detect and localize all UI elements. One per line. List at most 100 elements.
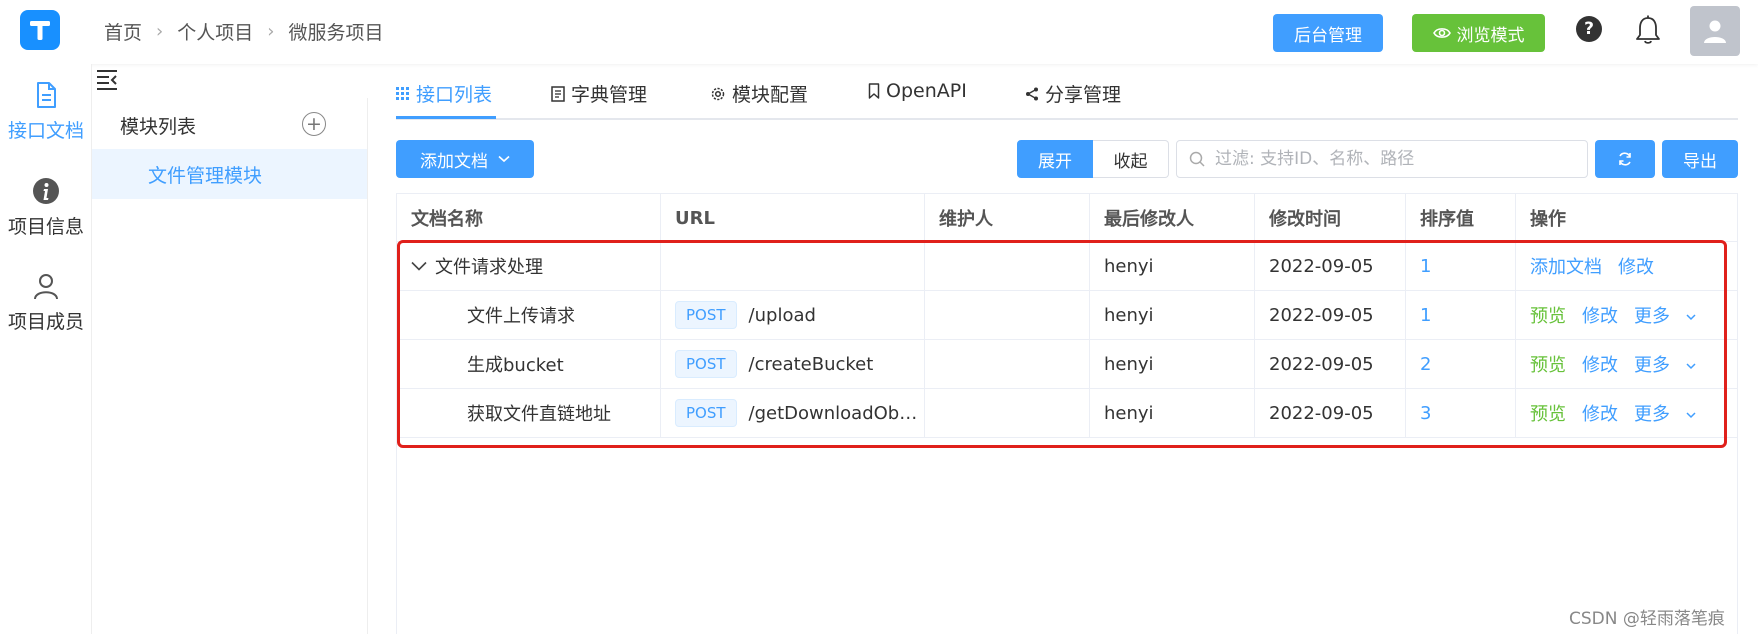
more-label: 更多	[1634, 355, 1670, 376]
share-icon	[1026, 87, 1038, 100]
column-header-doc-name[interactable]: 文档名称	[397, 194, 661, 242]
eye-icon	[1432, 28, 1451, 38]
modifier-cell: henyi	[1090, 242, 1255, 290]
table-row-group: 文件请求处理 henyi 2022-09-05 1 添加文档 修改	[397, 242, 1737, 291]
help-icon[interactable]: ?	[1576, 16, 1602, 42]
add-doc-button[interactable]: 添加文档	[396, 140, 534, 178]
add-doc-label: 添加文档	[420, 151, 488, 172]
maintainer-cell	[925, 389, 1090, 437]
group-name-cell[interactable]: 文件请求处理	[397, 242, 661, 290]
modifier-cell: henyi	[1090, 291, 1255, 339]
column-header-url[interactable]: URL	[661, 194, 925, 242]
browse-mode-button[interactable]: 浏览模式	[1412, 14, 1545, 52]
doc-name-cell[interactable]: 获取文件直链地址	[397, 389, 661, 437]
order-cell[interactable]: 2	[1406, 340, 1516, 388]
column-header-last-modifier[interactable]: 最后修改人	[1090, 194, 1255, 242]
time-cell: 2022-09-05	[1255, 242, 1406, 290]
tab-label: 字典管理	[571, 84, 648, 106]
method-badge: POST	[675, 301, 737, 329]
column-header-sort-value[interactable]: 排序值	[1406, 194, 1516, 242]
add-module-icon[interactable]: +	[302, 112, 326, 136]
chevron-down-icon	[1686, 363, 1696, 370]
maintainer-cell	[925, 340, 1090, 388]
nav-item-project-info[interactable]: 项目信息	[0, 176, 92, 239]
expand-button[interactable]: 展开	[1017, 140, 1093, 178]
app-logo[interactable]	[20, 10, 60, 50]
left-nav: 接口文档 项目信息 项目成员	[0, 64, 92, 634]
tab-api-list[interactable]: 接口列表	[396, 80, 492, 107]
chevron-right-icon: ›	[267, 21, 275, 42]
method-badge: POST	[675, 350, 737, 378]
nav-item-project-members[interactable]: 项目成员	[0, 271, 92, 334]
table-row[interactable]: 文件上传请求 POST /upload henyi 2022-09-05 1 预…	[397, 291, 1737, 340]
api-doc-table: 文档名称 URL 维护人 最后修改人 修改时间 排序值 操作 文件请求处理 he…	[396, 193, 1738, 634]
breadcrumb-home[interactable]: 首页	[104, 18, 142, 45]
order-cell[interactable]: 3	[1406, 389, 1516, 437]
tab-share-management[interactable]: 分享管理	[1025, 80, 1121, 107]
more-dropdown[interactable]: 更多	[1634, 351, 1696, 377]
column-header-maintainer[interactable]: 维护人	[925, 194, 1090, 242]
avatar[interactable]	[1690, 6, 1740, 56]
more-dropdown[interactable]: 更多	[1634, 400, 1696, 426]
tab-label: 分享管理	[1045, 84, 1122, 106]
url-path: /createBucket	[748, 353, 874, 375]
avatar-user-icon	[1704, 20, 1726, 43]
more-dropdown[interactable]: 更多	[1634, 302, 1696, 328]
collapse-menu-icon[interactable]	[95, 68, 119, 90]
table-row[interactable]: 生成bucket POST /createBucket henyi 2022-0…	[397, 340, 1737, 389]
url-path: /upload	[748, 304, 816, 326]
order-cell[interactable]: 1	[1406, 291, 1516, 339]
tab-openapi[interactable]: OpenAPI	[868, 80, 967, 102]
tab-label: 接口列表	[416, 84, 493, 106]
logo-t-icon	[30, 21, 50, 40]
add-doc-link[interactable]: 添加文档	[1530, 253, 1602, 279]
actions-cell: 预览 修改 更多	[1516, 291, 1737, 339]
preview-link[interactable]: 预览	[1530, 302, 1566, 328]
edit-link[interactable]: 修改	[1618, 253, 1654, 279]
refresh-button[interactable]	[1595, 140, 1655, 178]
gear-icon	[711, 87, 725, 100]
edit-link[interactable]: 修改	[1582, 351, 1618, 377]
order-cell[interactable]: 1	[1406, 242, 1516, 290]
column-header-modified-time[interactable]: 修改时间	[1255, 194, 1406, 242]
url-cell: POST /createBucket	[661, 340, 925, 388]
refresh-icon	[1619, 152, 1631, 166]
module-panel: 模块列表 + 文件管理模块	[92, 98, 368, 634]
tab-bar: 接口列表 字典管理 模块配置 OpenAPI 分享管理	[396, 72, 1738, 120]
breadcrumb-current-project: 微服务项目	[288, 22, 384, 44]
actions-cell: 添加文档 修改	[1516, 242, 1737, 290]
preview-link[interactable]: 预览	[1530, 351, 1566, 377]
doc-list-icon	[551, 85, 565, 102]
time-cell: 2022-09-05	[1255, 291, 1406, 339]
bookmark-icon	[868, 83, 880, 99]
chevron-right-icon: ›	[156, 21, 164, 42]
edit-link[interactable]: 修改	[1582, 302, 1618, 328]
tab-module-config[interactable]: 模块配置	[710, 80, 808, 107]
filter-input[interactable]	[1215, 149, 1575, 169]
url-cell: POST /upload	[661, 291, 925, 339]
nav-item-api-docs[interactable]: 接口文档	[0, 80, 92, 143]
user-icon	[34, 274, 58, 300]
collapse-button[interactable]: 收起	[1093, 140, 1169, 178]
table-row[interactable]: 获取文件直链地址 POST /getDownloadOb… henyi 2022…	[397, 389, 1737, 438]
filter-search-box	[1176, 140, 1588, 178]
doc-name-cell[interactable]: 文件上传请求	[397, 291, 661, 339]
top-bar: 首页 › 个人项目 › 微服务项目 后台管理 浏览模式 ?	[0, 0, 1758, 64]
edit-link[interactable]: 修改	[1582, 400, 1618, 426]
nav-item-label: 项目成员	[7, 311, 84, 333]
doc-name-cell[interactable]: 生成bucket	[397, 340, 661, 388]
bell-icon[interactable]	[1633, 14, 1663, 46]
admin-button[interactable]: 后台管理	[1273, 14, 1383, 52]
more-label: 更多	[1634, 306, 1670, 327]
info-icon	[33, 178, 59, 204]
chevron-down-icon[interactable]	[411, 261, 427, 271]
preview-link[interactable]: 预览	[1530, 400, 1566, 426]
browse-mode-label: 浏览模式	[1456, 25, 1525, 46]
breadcrumb: 首页 › 个人项目 › 微服务项目	[104, 18, 383, 45]
modifier-cell: henyi	[1090, 340, 1255, 388]
breadcrumb-personal-projects[interactable]: 个人项目	[177, 18, 253, 45]
export-button[interactable]: 导出	[1662, 140, 1738, 178]
module-item-file-management[interactable]: 文件管理模块	[92, 149, 367, 199]
maintainer-cell	[925, 291, 1090, 339]
tab-dictionary[interactable]: 字典管理	[551, 80, 647, 107]
